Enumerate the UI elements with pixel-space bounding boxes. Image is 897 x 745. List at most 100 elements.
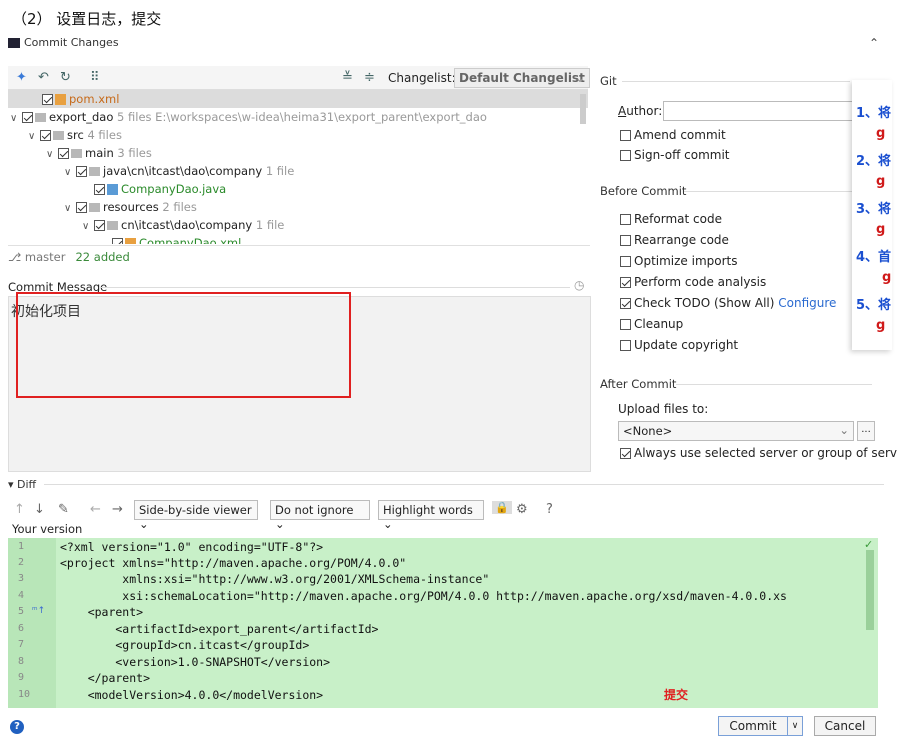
checkbox[interactable] xyxy=(620,448,631,459)
tree-row-java-pkg[interactable]: ∨ java\cn\itcast\dao\company 1 file xyxy=(64,162,294,180)
folder-info: 4 files xyxy=(87,128,122,142)
line-number: 6 xyxy=(18,623,25,634)
code-viewer[interactable]: 1 2 3 4 5 6 7 8 9 10 ᵐ↑ <?xml version="1… xyxy=(8,538,878,708)
tree-row-companydao-java[interactable]: CompanyDao.java xyxy=(94,180,226,198)
note-item: g xyxy=(876,318,886,333)
checkbox[interactable] xyxy=(112,238,123,244)
tree-row-export-dao[interactable]: ∨ export_dao 5 files E:\workspaces\w-idea… xyxy=(10,108,487,126)
checkbox[interactable] xyxy=(42,94,53,105)
note-item: g xyxy=(876,126,886,141)
diff-arrow-icon[interactable]: ✦ xyxy=(16,70,27,85)
checkbox[interactable] xyxy=(76,166,87,177)
help-icon[interactable]: ? xyxy=(10,720,24,734)
checkbox[interactable] xyxy=(620,214,631,225)
chevron-down-icon: ∨ xyxy=(64,167,72,178)
author-input[interactable] xyxy=(663,101,853,121)
code-line: <project xmlns="http://maven.apache.org/… xyxy=(60,556,407,570)
checkbox[interactable] xyxy=(94,184,105,195)
option-label: Cleanup xyxy=(634,317,684,331)
collapse-all-icon[interactable]: ≑ xyxy=(364,70,375,85)
diff-help-button[interactable]: ? xyxy=(546,502,553,517)
update-copyright-option[interactable]: Update copyright xyxy=(620,337,738,353)
option-label: Sign-off commit xyxy=(634,148,730,162)
optimize-imports-option[interactable]: Optimize imports xyxy=(620,253,738,269)
code-line: </parent> xyxy=(60,671,151,685)
code-analysis-option[interactable]: Perform code analysis xyxy=(620,274,766,290)
upload-server-select[interactable]: <None> ⌄ xyxy=(618,421,854,441)
option-label: Rearrange code xyxy=(634,233,729,247)
annotation-highlight-box xyxy=(16,292,351,398)
code-line: <groupId>cn.itcast</groupId> xyxy=(60,638,310,652)
refresh-icon[interactable]: ↻ xyxy=(60,70,71,85)
whitespace-select[interactable]: Do not ignore ⌄ xyxy=(270,500,370,531)
collapse-icon[interactable]: ⌃ xyxy=(869,36,879,50)
checkbox[interactable] xyxy=(620,235,631,246)
checkbox[interactable] xyxy=(620,277,631,288)
chevron-down-icon: ∨ xyxy=(28,131,36,142)
tree-scrollbar[interactable] xyxy=(580,94,586,124)
upload-more-button[interactable]: ... xyxy=(857,421,875,441)
code-line: <version>1.0-SNAPSHOT</version> xyxy=(60,655,331,669)
tree-row-src[interactable]: ∨ src 4 files xyxy=(28,126,122,144)
signoff-commit-option[interactable]: Sign-off commit xyxy=(620,147,730,163)
gear-icon[interactable]: ⚙ xyxy=(516,502,528,517)
file-name: pom.xml xyxy=(69,92,120,106)
always-use-server-option[interactable]: Always use selected server or group of s… xyxy=(620,445,897,461)
rearrange-code-option[interactable]: Rearrange code xyxy=(620,232,729,248)
changes-tree: pom.xml ∨ export_dao 5 files E:\workspace… xyxy=(8,90,590,246)
arrow-up-icon[interactable]: ↑ xyxy=(14,502,25,517)
tree-row-res-pkg[interactable]: ∨ cn\itcast\dao\company 1 file xyxy=(82,216,284,234)
cleanup-option[interactable]: Cleanup xyxy=(620,316,683,332)
checkbox[interactable] xyxy=(620,319,631,330)
changelist-select[interactable]: Default Changelist ⌄ xyxy=(454,68,590,88)
xml-file-icon xyxy=(125,238,136,244)
code-scrollbar[interactable] xyxy=(866,550,874,630)
checkbox[interactable] xyxy=(76,202,87,213)
note-item: 2、将 xyxy=(856,154,892,169)
checkbox[interactable] xyxy=(620,256,631,267)
arrow-down-icon[interactable]: ↓ xyxy=(34,502,45,517)
commit-options-dropdown[interactable]: ∨ xyxy=(787,716,803,736)
tree-row-companydao-xml[interactable]: CompanyDao.xml xyxy=(112,234,241,244)
reformat-code-option[interactable]: Reformat code xyxy=(620,211,722,227)
tree-row-main[interactable]: ∨ main 3 files xyxy=(46,144,152,162)
highlight-select[interactable]: Highlight words ⌄ xyxy=(378,500,484,531)
checkbox[interactable] xyxy=(22,112,33,123)
checkbox[interactable] xyxy=(620,150,631,161)
tree-row-pom[interactable]: pom.xml xyxy=(8,90,588,108)
chevron-down-icon: ∨ xyxy=(791,721,799,731)
chevron-down-icon: ∨ xyxy=(10,113,18,124)
divider xyxy=(684,191,872,192)
cancel-button[interactable]: Cancel xyxy=(814,716,876,736)
lock-icon[interactable]: 🔒 xyxy=(492,501,512,514)
folder-name: src xyxy=(67,128,84,142)
folder-info: 2 files xyxy=(162,200,197,214)
amend-commit-option[interactable]: Amend commit xyxy=(620,127,726,143)
commit-button[interactable]: Commit xyxy=(718,716,788,736)
checkbox[interactable] xyxy=(620,340,631,351)
tree-row-resources[interactable]: ∨ resources 2 files xyxy=(64,198,197,216)
checkbox[interactable] xyxy=(620,298,631,309)
expand-all-icon[interactable]: ≚ xyxy=(342,70,353,85)
checkbox[interactable] xyxy=(58,148,69,159)
chevron-down-icon: ⌄ xyxy=(383,517,393,531)
folder-name: cn\itcast\dao\company xyxy=(121,218,253,232)
code-line: <artifactId>export_parent</artifactId> xyxy=(60,622,379,636)
group-by-icon[interactable]: ⠿ xyxy=(90,70,100,85)
arrow-left-icon[interactable]: ← xyxy=(90,502,101,517)
arrow-right-icon[interactable]: → xyxy=(112,502,123,517)
configure-link[interactable]: Configure xyxy=(778,296,836,310)
diff-section-header[interactable]: ▾ Diff xyxy=(8,478,36,491)
checkbox[interactable] xyxy=(94,220,105,231)
divider xyxy=(622,81,850,82)
diff-toolbar: ↑ ↓ ✎ ← → Side-by-side viewer ⌄ Do not i… xyxy=(8,498,888,531)
viewer-mode-select[interactable]: Side-by-side viewer ⌄ xyxy=(134,500,258,531)
rollback-icon[interactable]: ↶ xyxy=(38,70,49,85)
chevron-down-icon: ∨ xyxy=(82,221,90,232)
check-todo-option[interactable]: Check TODO (Show All) Configure xyxy=(620,295,836,311)
history-clock-icon[interactable]: ◷ xyxy=(574,278,584,292)
checkbox[interactable] xyxy=(620,130,631,141)
edit-pencil-icon[interactable]: ✎ xyxy=(58,502,69,517)
upload-server-value: <None> xyxy=(623,424,673,438)
checkbox[interactable] xyxy=(40,130,51,141)
